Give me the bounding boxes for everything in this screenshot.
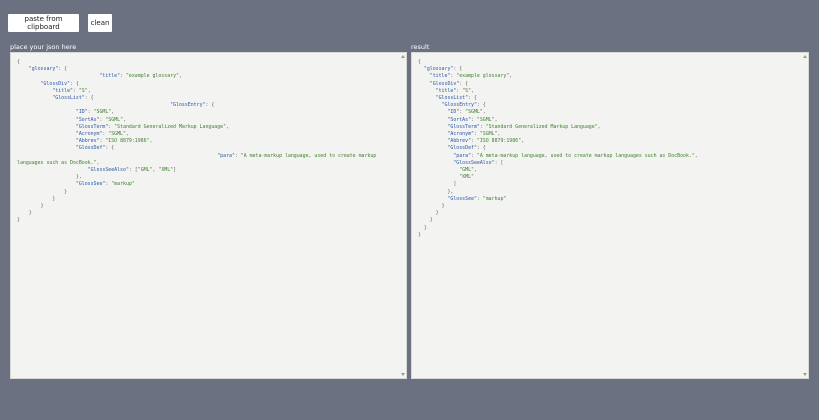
json-result-textarea[interactable]: { "glossary": { "title": "example glossa… xyxy=(411,52,809,379)
scroll-down-arrow-icon[interactable] xyxy=(803,373,807,376)
result-pane-label: result xyxy=(411,43,430,51)
json-input-content: { "glossary": { "title": "example glossa… xyxy=(17,59,380,224)
clean-button[interactable]: clean xyxy=(88,14,112,32)
json-input-textarea[interactable]: { "glossary": { "title": "example glossa… xyxy=(10,52,407,379)
json-result-content: { "glossary": { "title": "example glossa… xyxy=(418,59,698,238)
scroll-up-arrow-icon[interactable] xyxy=(803,55,807,58)
input-pane-label: place your json here xyxy=(10,43,77,51)
scroll-down-arrow-icon[interactable] xyxy=(401,373,405,376)
scroll-up-arrow-icon[interactable] xyxy=(401,55,405,58)
paste-from-clipboard-button[interactable]: paste from clipboard xyxy=(8,14,79,32)
input-scrollbar[interactable] xyxy=(400,53,406,378)
result-scrollbar[interactable] xyxy=(802,53,808,378)
